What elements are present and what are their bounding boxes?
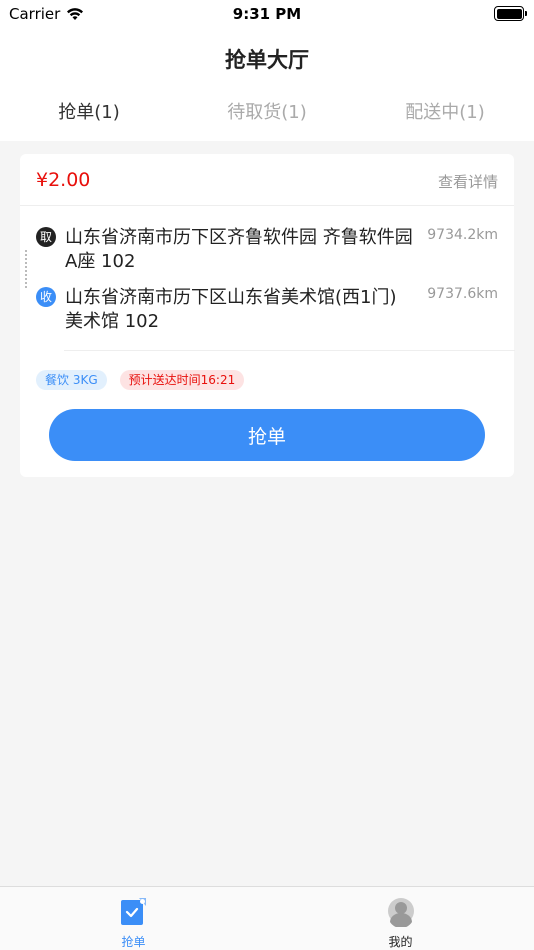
tabbar-item-mine[interactable]: 我的 xyxy=(267,887,534,950)
view-details-link[interactable]: 查看详情 xyxy=(438,171,498,192)
status-time: 9:31 PM xyxy=(232,5,302,23)
pickup-badge: 取 xyxy=(36,227,56,247)
order-tags: 餐饮 3KG 预计送达时间16:21 xyxy=(36,370,245,390)
card-divider xyxy=(64,350,515,351)
status-bar: Carrier 9:31 PM xyxy=(0,0,534,30)
page-title: 抢单大厅 xyxy=(225,48,309,72)
user-avatar-icon xyxy=(387,897,415,929)
bottom-tabbar: 抢单 我的 xyxy=(0,886,534,950)
pickup-distance: 9734.2km xyxy=(427,227,498,243)
dropoff-distance: 9737.6km xyxy=(427,286,498,302)
grab-order-button[interactable]: 抢单 xyxy=(49,409,485,461)
tab-pending-pickup[interactable]: 待取货(1) xyxy=(178,98,356,128)
tabbar-label-grab: 抢单 xyxy=(121,935,146,949)
header: Carrier 9:31 PM 抢单大厅 抢单(1) 待取货(1) 配送中(1) xyxy=(0,0,534,141)
order-price: ¥2.00 xyxy=(36,169,91,191)
route-connector xyxy=(25,250,27,288)
order-card-header: ¥2.00 查看详情 xyxy=(20,154,514,206)
tabbar-item-grab[interactable]: 抢单 xyxy=(0,887,267,950)
battery-icon xyxy=(494,6,527,21)
tab-grab[interactable]: 抢单(1) xyxy=(0,98,178,128)
order-tabs: 抢单(1) 待取货(1) 配送中(1) xyxy=(0,98,534,128)
category-weight-tag: 餐饮 3KG xyxy=(36,370,107,390)
grab-order-icon xyxy=(120,897,148,925)
pickup-address: 山东省济南市历下区齐鲁软件园 齐鲁软件园A座 102 xyxy=(65,227,413,272)
tab-delivering[interactable]: 配送中(1) xyxy=(356,98,534,128)
eta-tag: 预计送达时间16:21 xyxy=(119,370,245,390)
dropoff-address: 山东省济南市历下区山东省美术馆(西1门) 美术馆 102 xyxy=(65,287,397,332)
tabbar-label-mine: 我的 xyxy=(388,935,413,949)
dropoff-badge: 收 xyxy=(36,287,56,307)
